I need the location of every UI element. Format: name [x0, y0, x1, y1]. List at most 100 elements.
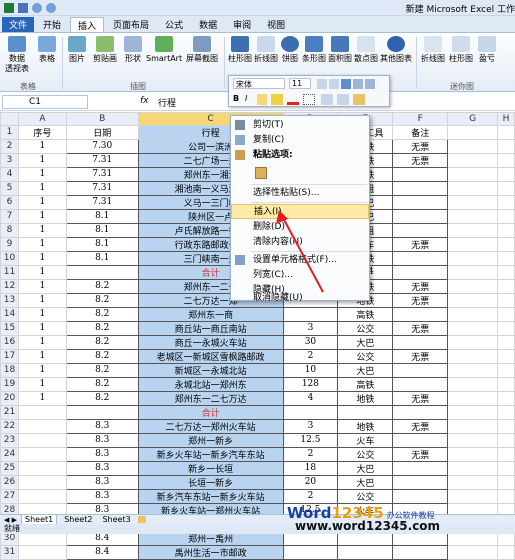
menu-paste-button[interactable] — [231, 164, 369, 182]
cell[interactable] — [392, 306, 449, 322]
font-name-select[interactable]: 宋体 — [233, 78, 285, 89]
sparkline-line-button[interactable]: 折线图 — [420, 36, 446, 64]
cell[interactable] — [392, 432, 449, 448]
tab-home[interactable]: 开始 — [36, 17, 68, 32]
cell[interactable] — [392, 166, 449, 182]
cell[interactable] — [447, 348, 498, 364]
cell[interactable]: 郑州一新乡 — [137, 432, 284, 448]
cell[interactable]: 1 — [17, 362, 67, 378]
row-header[interactable]: 5 — [0, 180, 19, 196]
row-header[interactable]: 13 — [0, 292, 19, 308]
cell[interactable] — [392, 208, 449, 224]
redo-icon[interactable] — [46, 3, 56, 13]
cell[interactable] — [392, 334, 449, 350]
cell[interactable] — [447, 236, 498, 252]
decrease-font-icon[interactable] — [329, 79, 339, 89]
cell[interactable]: 8.1 — [65, 236, 139, 252]
cell[interactable]: 大巴 — [337, 474, 394, 490]
cell[interactable]: 7.31 — [65, 166, 139, 182]
row-header[interactable]: 4 — [0, 166, 19, 182]
cell[interactable]: 8.3 — [65, 474, 139, 490]
cell[interactable]: 12.5 — [282, 432, 339, 448]
save-icon[interactable] — [18, 3, 28, 13]
picture-button[interactable]: 图片 — [66, 36, 88, 64]
cell[interactable]: 1 — [17, 180, 67, 196]
cell[interactable]: 大巴 — [337, 334, 394, 350]
cell[interactable] — [447, 166, 498, 182]
cell[interactable]: 大巴 — [337, 362, 394, 378]
tab-review[interactable]: 审阅 — [226, 17, 258, 32]
row-header[interactable]: 25 — [0, 460, 19, 476]
cell[interactable]: 1 — [17, 152, 67, 168]
cell[interactable] — [447, 376, 498, 392]
cell[interactable]: 7.31 — [65, 180, 139, 196]
cell[interactable] — [447, 460, 498, 476]
name-box[interactable]: C1 — [2, 95, 88, 109]
cell[interactable] — [392, 264, 449, 280]
percent-icon[interactable] — [353, 79, 363, 89]
select-all-corner[interactable] — [0, 112, 19, 126]
cell[interactable] — [17, 460, 67, 476]
cell[interactable] — [496, 222, 515, 238]
cell[interactable]: 8.3 — [65, 460, 139, 476]
font-color-icon[interactable] — [287, 94, 299, 105]
cell[interactable]: 永城北站一郑州东 — [137, 376, 284, 392]
sparkline-column-button[interactable]: 柱形图 — [448, 36, 474, 64]
bold-icon[interactable]: B — [233, 94, 243, 105]
cell[interactable]: 商丘站一商丘南站 — [137, 320, 284, 336]
cell[interactable]: 合计 — [137, 404, 284, 420]
cell[interactable] — [496, 418, 515, 434]
cell[interactable]: 7.30 — [65, 138, 139, 154]
cell[interactable] — [496, 250, 515, 266]
cell[interactable] — [65, 404, 139, 420]
cell[interactable]: 商丘一永城火车站 — [137, 334, 284, 350]
cell[interactable] — [17, 432, 67, 448]
cell[interactable] — [496, 488, 515, 504]
cell[interactable]: 3 — [282, 320, 339, 336]
pivot-table-button[interactable]: 数据 透视表 — [4, 36, 30, 74]
cell[interactable] — [447, 180, 498, 196]
cell[interactable]: 8.4 — [65, 544, 139, 560]
cell[interactable]: 无票 — [392, 292, 449, 308]
clipart-button[interactable]: 剪贴画 — [92, 36, 118, 64]
cell[interactable]: 大巴 — [337, 460, 394, 476]
menu-paste-special[interactable]: 选择性粘贴(S)... — [231, 186, 369, 201]
cell[interactable]: 老城区一新城区雪枫路邮政 — [137, 348, 284, 364]
cell[interactable]: 新乡一长垣 — [137, 460, 284, 476]
cell[interactable]: 1 — [17, 194, 67, 210]
row-header[interactable]: 22 — [0, 418, 19, 434]
cell[interactable] — [17, 544, 67, 560]
currency-format-icon[interactable] — [341, 79, 351, 89]
cell[interactable] — [447, 222, 498, 238]
cell[interactable] — [17, 474, 67, 490]
cell[interactable] — [447, 474, 498, 490]
cell[interactable]: 序号 — [17, 124, 67, 140]
cell[interactable]: 8.2 — [65, 306, 139, 322]
cell[interactable]: 3 — [282, 418, 339, 434]
cell[interactable] — [392, 180, 449, 196]
cell[interactable] — [496, 544, 515, 560]
column-header[interactable]: F — [392, 112, 449, 126]
font-size-select[interactable]: 11 — [289, 78, 311, 89]
cell[interactable]: 高铁 — [337, 376, 394, 392]
cell[interactable] — [282, 306, 339, 322]
row-header[interactable]: 18 — [0, 362, 19, 378]
row-header[interactable]: 26 — [0, 474, 19, 490]
cell[interactable]: 郑州东一商 — [137, 306, 284, 322]
cell[interactable] — [496, 390, 515, 406]
cell[interactable]: 1 — [17, 292, 67, 308]
row-header[interactable]: 6 — [0, 194, 19, 210]
pie-chart-button[interactable]: 饼图 — [280, 36, 300, 64]
cell[interactable] — [496, 306, 515, 322]
cell[interactable]: 8.1 — [65, 222, 139, 238]
increase-font-icon[interactable] — [317, 79, 327, 89]
table-button[interactable]: 表格 — [36, 36, 58, 64]
align-center-icon[interactable] — [257, 94, 267, 105]
cell[interactable] — [496, 474, 515, 490]
cell[interactable]: 8.3 — [65, 488, 139, 504]
decimal-decrease-icon[interactable] — [337, 94, 349, 105]
cell[interactable]: 无票 — [392, 320, 449, 336]
screenshot-button[interactable]: 屏幕截图 — [184, 36, 220, 64]
smartart-button[interactable]: SmartArt — [146, 36, 182, 64]
cell[interactable] — [496, 292, 515, 308]
